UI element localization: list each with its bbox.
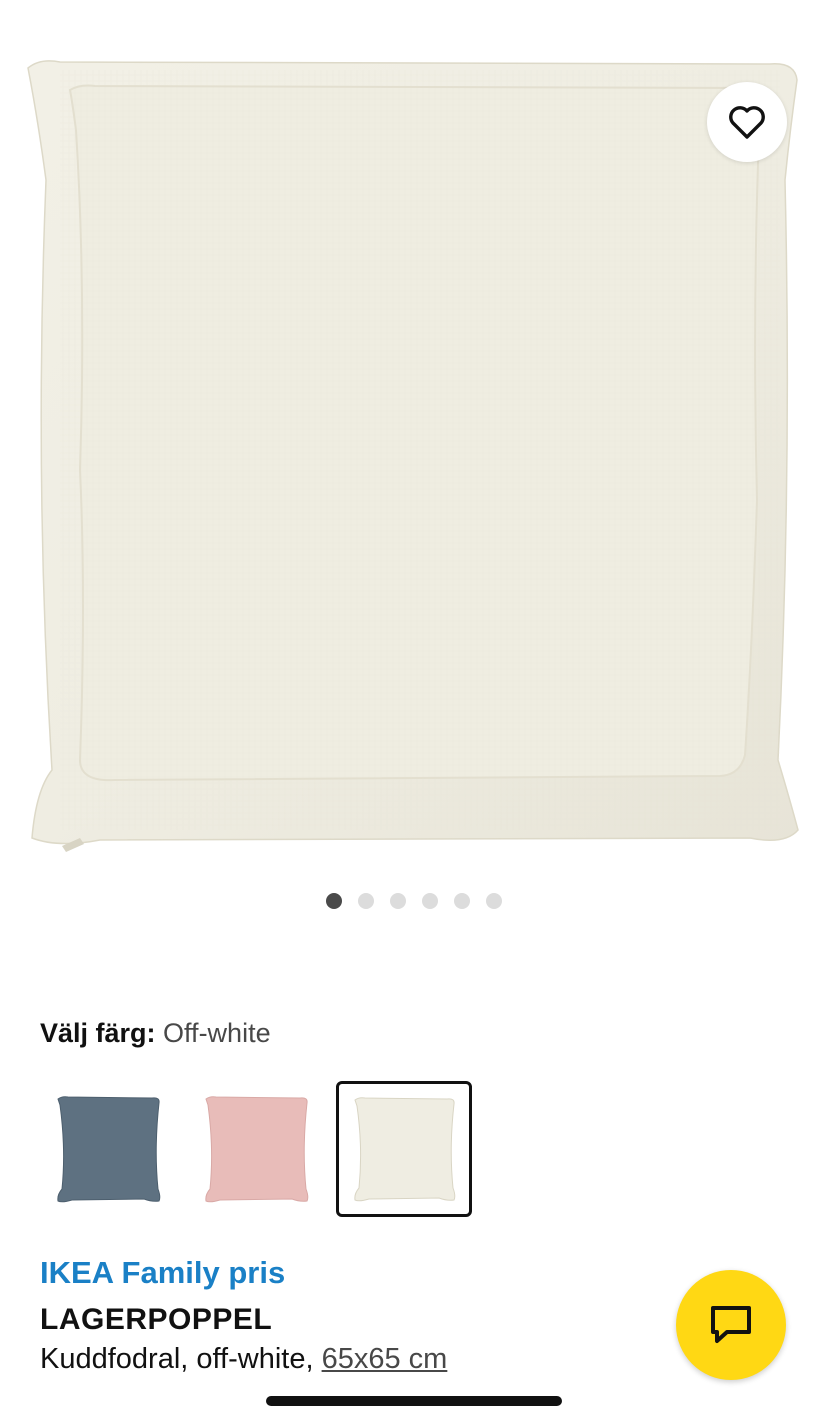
- color-label: Välj färg:: [40, 1018, 156, 1048]
- carousel-dot-4[interactable]: [421, 893, 438, 909]
- product-description-text: Kuddfodral, off-white,: [40, 1343, 314, 1375]
- color-selector-label: Välj färg: Off-white: [40, 1016, 271, 1050]
- product-name: LAGERPOPPEL: [40, 1303, 273, 1336]
- product-image[interactable]: [0, 0, 827, 880]
- chat-bubble-icon: [711, 1306, 751, 1343]
- heart-outline-icon: [729, 106, 765, 139]
- favourite-button[interactable]: [707, 82, 787, 162]
- chat-button[interactable]: [676, 1270, 786, 1380]
- selected-color-value: Off-white: [163, 1018, 271, 1048]
- carousel-indicator: [0, 893, 827, 909]
- cushion-off-white-thumbnail: [354, 1097, 456, 1202]
- size-link[interactable]: 65x65 cm: [322, 1343, 448, 1375]
- product-description: Kuddfodral, off-white, 65x65 cm: [40, 1343, 447, 1376]
- color-swatch-dark-blue-grey[interactable]: [40, 1081, 176, 1217]
- cushion-pink-thumbnail: [205, 1096, 309, 1203]
- cushion-cover-illustration: [27, 60, 799, 852]
- home-indicator[interactable]: [266, 1396, 562, 1406]
- cushion-dark-blue-grey-thumbnail: [57, 1096, 161, 1203]
- carousel-dot-5[interactable]: [453, 893, 470, 909]
- carousel-dot-3[interactable]: [389, 893, 406, 909]
- carousel-dot-1[interactable]: [325, 893, 342, 909]
- family-price-label[interactable]: IKEA Family pris: [40, 1255, 285, 1291]
- color-swatch-off-white[interactable]: [336, 1081, 472, 1217]
- carousel-dot-6[interactable]: [485, 893, 502, 909]
- color-swatch-pink[interactable]: [188, 1081, 324, 1217]
- carousel-dot-2[interactable]: [357, 893, 374, 909]
